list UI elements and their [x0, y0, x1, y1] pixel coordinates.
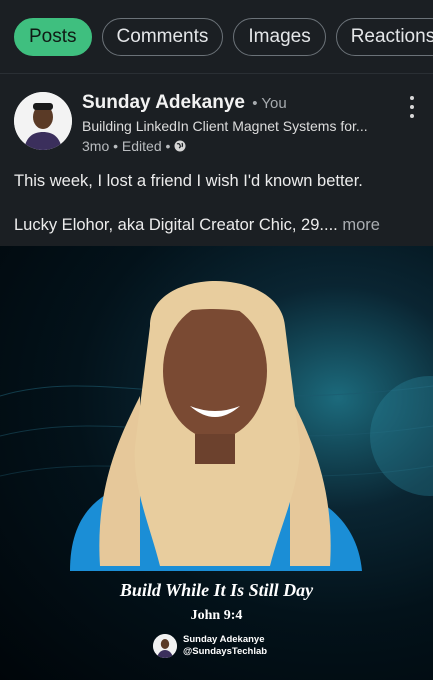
image-verse: John 9:4	[190, 608, 243, 623]
globe-icon	[174, 140, 186, 152]
credit-handle: @SundaysTechlab	[183, 646, 268, 657]
tab-images[interactable]: Images	[233, 17, 326, 56]
post-body: This week, I lost a friend I wish I'd kn…	[14, 170, 419, 236]
tab-reactions[interactable]: Reactions	[335, 17, 433, 56]
post-meta: 3mo • Edited •	[82, 138, 186, 154]
kebab-dot	[410, 105, 414, 109]
author-name[interactable]: Sunday Adekanye	[82, 92, 245, 113]
kebab-dot	[410, 96, 414, 100]
see-more-link[interactable]: more	[342, 216, 380, 234]
credit-avatar	[153, 634, 177, 658]
post-header: Sunday Adekanye • You Building LinkedIn …	[14, 92, 433, 154]
post-paragraph-2: Lucky Elohor, aka Digital Creator Chic, …	[14, 214, 419, 236]
post-paragraph-1: This week, I lost a friend I wish I'd kn…	[14, 172, 363, 190]
post-image[interactable]: Build While It Is Still Day John 9:4 Sun…	[0, 246, 433, 680]
post-meta-text: 3mo • Edited •	[82, 138, 171, 154]
more-options-icon[interactable]	[409, 96, 415, 118]
tab-comments[interactable]: Comments	[101, 17, 224, 56]
author-avatar[interactable]	[14, 92, 72, 150]
image-credit: Sunday Adekanye @SundaysTechlab	[153, 634, 267, 658]
post-paragraph-2-text: Lucky Elohor, aka Digital Creator Chic, …	[14, 216, 338, 234]
author-headline: Building LinkedIn Client Magnet Systems …	[82, 118, 368, 134]
relation-label: • You	[252, 95, 287, 112]
author-name-line[interactable]: Sunday Adekanye • You	[82, 92, 287, 114]
kebab-dot	[410, 114, 414, 118]
credit-name: Sunday Adekanye	[183, 634, 265, 645]
credit-text: Sunday Adekanye @SundaysTechlab	[183, 634, 267, 658]
credit-avatar-image	[153, 634, 177, 658]
image-title: Build While It Is Still Day	[119, 580, 314, 600]
tabs-bar: Posts Comments Images Reactions	[0, 0, 433, 74]
tab-posts[interactable]: Posts	[14, 17, 92, 56]
avatar-image	[14, 92, 72, 150]
